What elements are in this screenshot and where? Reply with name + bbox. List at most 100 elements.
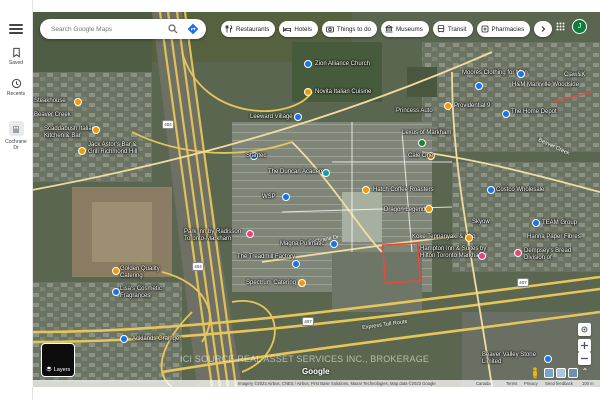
place-label[interactable]: Steakhouse: [34, 98, 66, 105]
map-footer: Imagery ©2023 Airbus, CNES / Airbus, Fir…: [32, 380, 600, 387]
rail-saved[interactable]: Saved: [0, 47, 32, 66]
chip-pharmacies[interactable]: Pharmacies: [476, 21, 531, 37]
search-input[interactable]: [49, 24, 163, 34]
museum-icon: [385, 25, 393, 33]
place-label[interactable]: WSP: [262, 194, 276, 201]
place-label[interactable]: Skyow: [472, 219, 490, 226]
place-label[interactable]: Jack Astor's Bar & Grill Richmond Hill: [88, 142, 146, 155]
place-label[interactable]: The Treadmill Factory: [237, 254, 295, 261]
place-label[interactable]: Golden Quality Catering: [120, 266, 168, 279]
place-pin[interactable]: [246, 230, 254, 238]
place-pin[interactable]: [444, 102, 452, 110]
chip-label: Hotels: [294, 25, 312, 33]
place-pin[interactable]: [478, 252, 486, 260]
place-pin[interactable]: [322, 169, 330, 177]
place-pin[interactable]: [282, 193, 290, 201]
place-label[interactable]: Scaddabush Italian Kitchen & Bar: [44, 126, 114, 139]
place-label[interactable]: Lexus of Markham: [402, 130, 451, 137]
place-pin[interactable]: [298, 279, 306, 287]
place-pin[interactable]: [330, 240, 338, 248]
place-label[interactable]: Beaver Creek: [34, 112, 71, 119]
footer-link-feedback[interactable]: Send feedback: [545, 380, 573, 387]
apps-grid-icon[interactable]: [556, 22, 565, 31]
place-pin[interactable]: [292, 260, 300, 268]
place-label[interactable]: Novita Italian Cuisine: [315, 89, 371, 96]
place-pin[interactable]: [120, 335, 128, 343]
place-pin[interactable]: [517, 70, 525, 78]
expand-chevron-icon[interactable]: ⌃: [580, 367, 590, 377]
thumbnail-traffic[interactable]: [556, 368, 566, 378]
place-pin[interactable]: [465, 234, 473, 242]
place-pin[interactable]: [418, 139, 426, 147]
layers-button[interactable]: Layers: [41, 343, 75, 377]
place-pin[interactable]: [304, 60, 312, 68]
zoom-in-button[interactable]: [578, 339, 591, 352]
rail-recents[interactable]: Recents: [0, 78, 32, 97]
place-label[interactable]: Princess Auto: [396, 108, 433, 115]
place-pin[interactable]: [294, 113, 302, 121]
pegman-icon[interactable]: [531, 367, 539, 379]
place-label[interactable]: Acklands Grainger: [132, 336, 181, 343]
place-label[interactable]: Hampton Inn & Suites by Hilton Toronto M…: [420, 246, 500, 259]
place-label[interactable]: Park Inn by Radisson Toronto-Markham: [184, 229, 254, 242]
chip-hotels[interactable]: Hotels: [279, 21, 318, 37]
place-pin[interactable]: [112, 288, 120, 296]
place-pin[interactable]: [475, 82, 483, 90]
place-label[interactable]: H&M Markville Woodside: [512, 82, 579, 89]
place-label[interactable]: Leeward Village: [250, 114, 293, 121]
place-label[interactable]: TEAM Group: [542, 220, 577, 227]
my-location-button[interactable]: [578, 323, 591, 336]
place-label[interactable]: Costco Wholesale: [496, 187, 544, 194]
satellite-imagery: [32, 12, 600, 387]
rail-saved-label: Saved: [8, 60, 24, 66]
rail-active-place[interactable]: Cochrane Dr: [0, 121, 32, 151]
thumbnail-transit[interactable]: [568, 368, 578, 378]
search-box[interactable]: [40, 19, 206, 39]
place-label[interactable]: Spectrum Catering: [246, 280, 296, 287]
chips-more-button[interactable]: [534, 21, 553, 37]
place-label[interactable]: The Home Depot: [511, 109, 557, 116]
search-icon[interactable]: [168, 24, 178, 34]
map-canvas[interactable]: 404 404 407 407 Cochrane Dr Beaver Creek…: [32, 12, 600, 387]
place-pin[interactable]: [502, 110, 510, 118]
place-pin[interactable]: [304, 88, 312, 96]
zoom-out-button[interactable]: [578, 352, 591, 365]
place-pin[interactable]: [92, 126, 100, 134]
place-label[interactable]: Magna Pullmatic: [280, 241, 324, 248]
place-label[interactable]: Lisa's Cosmetic Fragrances: [120, 286, 178, 299]
chip-museums[interactable]: Museums: [380, 21, 429, 37]
chip-restaurants[interactable]: Restaurants: [221, 21, 276, 37]
place-pin[interactable]: [544, 355, 552, 363]
place-pin[interactable]: [425, 205, 433, 213]
footer-link-canada[interactable]: Canada: [476, 380, 491, 387]
account-avatar[interactable]: J: [572, 19, 587, 34]
place-pin[interactable]: [532, 219, 540, 227]
place-label[interactable]: Zion Alliance Church: [315, 61, 370, 68]
place-pin[interactable]: [78, 147, 86, 155]
place-pin[interactable]: [362, 186, 370, 194]
thumbnail-terrain[interactable]: [544, 368, 554, 378]
place-label[interactable]: Claw&K: [564, 72, 585, 79]
place-label[interactable]: Beaver Valley Stone Limited: [482, 352, 540, 365]
place-label[interactable]: Stantec: [246, 153, 266, 160]
location-target-icon: [581, 326, 588, 333]
directions-icon[interactable]: [187, 23, 199, 35]
plus-icon: [581, 342, 588, 349]
menu-icon[interactable]: [9, 24, 23, 34]
place-pin[interactable]: [514, 249, 522, 257]
place-label[interactable]: Dragon Legend: [384, 207, 425, 214]
place-label[interactable]: The Duncan Academy: [268, 169, 327, 176]
chip-things-to-do[interactable]: Things to do: [321, 21, 377, 37]
place-pin[interactable]: [487, 186, 495, 194]
place-pin[interactable]: [74, 98, 82, 106]
place-label[interactable]: Hanna Paper Fibres: [527, 234, 581, 241]
place-label[interactable]: Dempsey's Bread Division of: [524, 248, 582, 261]
place-label[interactable]: Calé One: [408, 153, 433, 160]
place-label[interactable]: Hatch Coffee Roasters: [373, 187, 434, 194]
chip-label: Pharmacies: [491, 25, 525, 33]
place-pin[interactable]: [112, 267, 120, 275]
place-label[interactable]: Providential 9: [454, 103, 490, 110]
footer-link-privacy[interactable]: Privacy: [524, 380, 538, 387]
chip-transit[interactable]: Transit: [432, 21, 473, 37]
footer-link-terms[interactable]: Terms: [506, 380, 517, 387]
